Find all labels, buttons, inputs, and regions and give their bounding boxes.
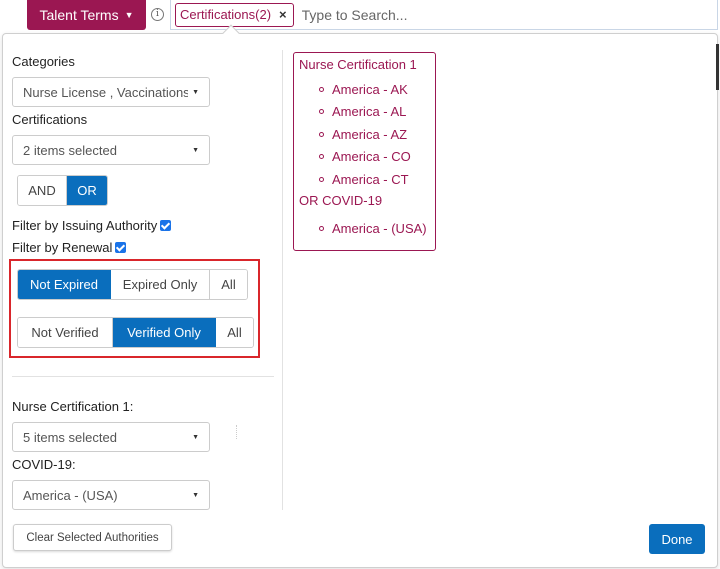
search-input[interactable] [301,2,682,27]
summary-item: America - (USA) [332,221,427,237]
chevron-down-icon: ▼ [124,9,134,20]
certifications-label: Certifications [12,112,88,127]
bullet-icon [319,86,324,92]
expiry-all-button[interactable]: All [210,270,247,299]
resize-tick [236,425,237,439]
summary-second-heading: OR COVID-19 [299,192,383,208]
covid-select[interactable]: America - (USA) ▼ [12,480,210,510]
certifications-select[interactable]: 2 items selected ▼ [12,135,210,165]
list-item: America - AL [319,101,430,124]
not-expired-button[interactable]: Not Expired [18,270,111,299]
nurse-cert-select[interactable]: 5 items selected ▼ [12,422,210,452]
talent-terms-button[interactable]: Talent Terms ▼ [27,0,146,30]
covid-value: America - (USA) [23,487,118,503]
certifications-chip[interactable]: Certifications(2) × [175,2,294,27]
categories-select[interactable]: Nurse License , Vaccinations ▼ [12,77,210,107]
caret-down-icon: ▼ [192,146,199,154]
summary-item: America - CO [332,149,411,165]
chip-close-icon[interactable]: × [279,7,287,22]
summary-list: America - AK America - AL America - AZ A… [299,78,430,191]
info-icon[interactable]: i [151,8,164,21]
nurse-cert-label: Nurse Certification 1: [12,399,134,414]
verification-all-button[interactable]: All [216,318,253,347]
verification-toggle: Not Verified Verified Only All [17,317,254,348]
bullet-icon [319,131,324,137]
summary-item: America - AK [332,81,408,97]
categories-label: Categories [12,54,75,69]
nurse-cert-value: 5 items selected [23,429,117,445]
summary-heading: Nurse Certification 1 [299,57,417,72]
search-box[interactable]: Certifications(2) × [170,0,718,30]
summary-item: America - AZ [332,126,408,142]
renewal-filter[interactable]: Filter by Renewal [12,240,127,255]
certifications-value: 2 items selected [23,142,117,158]
caret-down-icon: ▼ [192,88,199,96]
not-verified-button[interactable]: Not Verified [18,318,113,347]
renewal-label: Filter by Renewal [12,240,113,255]
caret-down-icon: ▼ [192,433,199,441]
list-item: America - CO [319,146,430,169]
expired-only-button[interactable]: Expired Only [111,270,210,299]
list-item: America - AZ [319,123,430,146]
list-item: America - AK [319,78,430,101]
bullet-icon [319,226,324,232]
expiry-toggle: Not Expired Expired Only All [17,269,248,300]
summary-item: America - CT [332,171,409,187]
top-bar: Talent Terms ▼ i Certifications(2) × [0,0,720,30]
scrollbar[interactable] [716,44,719,90]
logic-and-button[interactable]: AND [18,176,67,205]
bullet-icon [319,176,324,182]
talent-terms-label: Talent Terms [39,7,119,23]
selection-summary: Nurse Certification 1 America - AK Ameri… [293,52,436,251]
covid-label: COVID-19: [12,457,76,472]
done-button[interactable]: Done [649,524,705,554]
caret-down-icon: ▼ [192,491,199,499]
section-divider [12,376,274,377]
issuing-authority-checkbox[interactable] [160,220,172,231]
verified-only-button[interactable]: Verified Only [113,318,216,347]
logic-toggle: AND OR [17,175,108,206]
list-item: America - CT [319,168,430,191]
clear-authorities-button[interactable]: Clear Selected Authorities [13,524,172,551]
issuing-authority-label: Filter by Issuing Authority [12,218,158,233]
logic-or-button[interactable]: OR [67,176,107,205]
summary-item: America - AL [332,104,407,120]
summary-second-list: America - (USA) [299,218,430,241]
column-divider [282,50,283,510]
categories-value: Nurse License , Vaccinations [23,84,189,100]
renewal-checkbox[interactable] [115,242,127,253]
chip-label: Certifications(2) [180,7,272,22]
issuing-authority-filter[interactable]: Filter by Issuing Authority [12,218,172,233]
bullet-icon [319,109,324,115]
bullet-icon [319,154,324,160]
list-item: America - (USA) [319,218,430,241]
